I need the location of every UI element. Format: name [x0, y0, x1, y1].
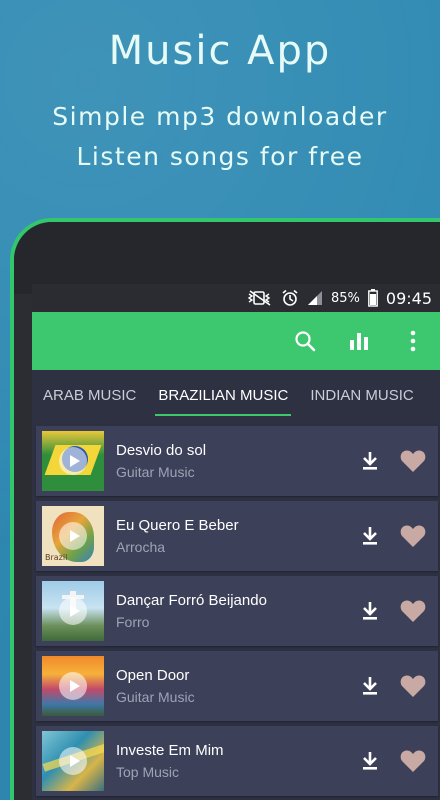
download-icon[interactable]	[358, 749, 382, 773]
list-item[interactable]: Desvio do sol Guitar Music	[36, 426, 438, 496]
list-item[interactable]: Brazil Eu Quero E Beber Arrocha	[36, 501, 438, 571]
download-icon[interactable]	[358, 449, 382, 473]
play-icon[interactable]	[59, 747, 87, 775]
song-artist: Forro	[116, 614, 150, 630]
song-artist: Guitar Music	[116, 689, 195, 705]
status-bar: 85% 09:45	[32, 284, 440, 312]
song-title: Eu Quero E Beber	[116, 517, 239, 534]
song-thumbnail[interactable]	[42, 431, 104, 491]
list-item[interactable]: Investe Em Mim Top Music	[36, 726, 438, 796]
category-tabs: ARAB MUSIC BRAZILIAN MUSIC INDIAN MUSIC	[32, 370, 440, 420]
heart-icon[interactable]	[398, 746, 428, 776]
song-title: Investe Em Mim	[116, 742, 224, 759]
thumbnail-label: Brazil	[45, 553, 68, 562]
song-title: Open Door	[116, 667, 190, 684]
tab-brazilian-music[interactable]: BRAZILIAN MUSIC	[147, 370, 299, 420]
promo-subtitle-line1: Simple mp3 downloader	[52, 102, 388, 131]
app-screen: 85% 09:45 ARAB MUSIC BRAZILIAN MUSIC IND…	[32, 284, 440, 800]
phone-frame: 85% 09:45 ARAB MUSIC BRAZILIAN MUSIC IND…	[10, 218, 440, 800]
play-icon[interactable]	[59, 522, 87, 550]
song-thumbnail[interactable]: Brazil	[42, 506, 104, 566]
play-icon[interactable]	[59, 447, 87, 475]
play-icon[interactable]	[59, 597, 87, 625]
heart-icon[interactable]	[398, 521, 428, 551]
song-thumbnail[interactable]	[42, 731, 104, 791]
heart-icon[interactable]	[398, 446, 428, 476]
more-vert-icon[interactable]	[400, 328, 426, 354]
heart-icon[interactable]	[398, 596, 428, 626]
song-title: Desvio do sol	[116, 442, 207, 459]
song-thumbnail[interactable]	[42, 581, 104, 641]
song-thumbnail[interactable]	[42, 656, 104, 716]
tab-indian-music[interactable]: INDIAN MUSIC	[299, 370, 424, 420]
signal-icon	[307, 290, 323, 306]
song-artist: Guitar Music	[116, 464, 195, 480]
app-toolbar	[32, 312, 440, 370]
battery-icon	[367, 289, 378, 307]
battery-percent: 85%	[330, 290, 360, 306]
download-icon[interactable]	[358, 524, 382, 548]
download-icon[interactable]	[358, 599, 382, 623]
song-list: Desvio do sol Guitar Music Brazil Eu Que…	[36, 426, 438, 800]
search-icon[interactable]	[292, 328, 318, 354]
song-title: Dançar Forró Beijando	[116, 592, 267, 609]
play-icon[interactable]	[59, 672, 87, 700]
promo-subtitle-line2: Listen songs for free	[76, 142, 364, 171]
alarm-icon	[281, 289, 299, 307]
promo-title: Music App	[108, 28, 332, 74]
song-artist: Top Music	[116, 764, 180, 780]
status-time: 09:45	[385, 288, 432, 308]
list-item[interactable]: Open Door Guitar Music	[36, 651, 438, 721]
song-artist: Arrocha	[116, 539, 166, 555]
heart-icon[interactable]	[398, 671, 428, 701]
list-item[interactable]: Dançar Forró Beijando Forro	[36, 576, 438, 646]
tab-arab-music[interactable]: ARAB MUSIC	[32, 370, 147, 420]
download-icon[interactable]	[358, 674, 382, 698]
equalizer-icon[interactable]	[346, 328, 372, 354]
mute-vibrate-icon	[247, 290, 273, 306]
